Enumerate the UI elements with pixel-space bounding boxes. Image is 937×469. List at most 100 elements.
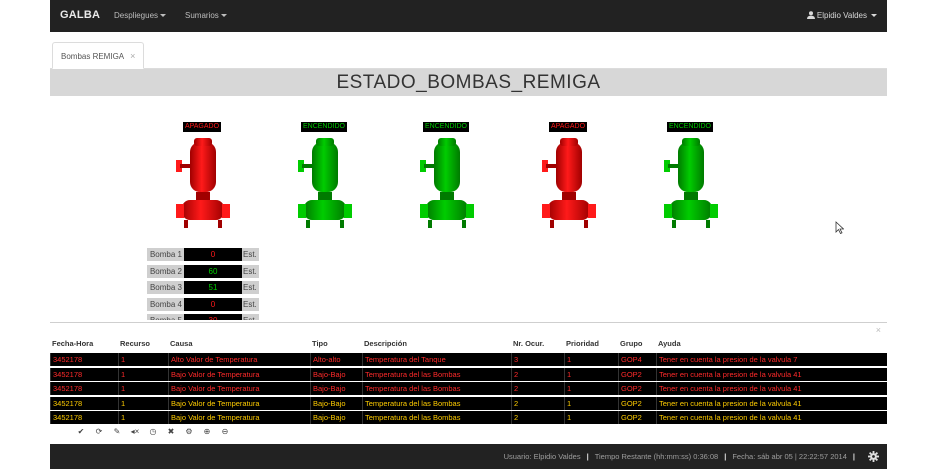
table-cell: 2 (511, 396, 564, 410)
table-cell: GOP4 (618, 353, 656, 366)
gauge-row: Bomba 2 60 Est. (147, 264, 267, 278)
gauge-unit: Est. (242, 264, 259, 278)
column-header[interactable]: Causa (170, 339, 312, 348)
gauge-label: Bomba 3 (147, 281, 184, 294)
gauge-value: 30 (184, 314, 242, 320)
pump-gauges: Bomba 1 0 Est. Bomba 2 60 Est. Bomba 3 51 Est. Bo… (147, 248, 267, 320)
gear-icon[interactable] (868, 451, 879, 462)
pump-1[interactable]: APAGADO (172, 122, 232, 234)
gauge-label: Bomba 1 (147, 248, 184, 261)
menu-despliegues[interactable]: Despliegues (114, 11, 167, 20)
table-cell: 1 (564, 367, 618, 381)
table-cell: Tener en cuenta la presion de la valvula… (656, 411, 882, 424)
table-row[interactable]: 3452178 1 Bajo Valor de Temperatura Bajo-Ba… (50, 367, 887, 381)
brand-logo[interactable]: GALBA (60, 9, 100, 21)
gauge-label: Bomba 5 (147, 314, 184, 320)
table-cell: Bajo Valor de Temperatura (168, 367, 310, 381)
pump-3[interactable]: ENCENDIDO (416, 122, 476, 234)
edit-icon[interactable]: ✎ (108, 427, 126, 436)
pump-4[interactable]: APAGADO (538, 122, 598, 234)
table-cell: 2 (511, 367, 564, 381)
pump-state-label: ENCENDIDO (666, 122, 713, 132)
check-icon[interactable]: ✔ (72, 427, 90, 436)
user-name: Elpidio Valdes (816, 11, 867, 20)
pump-state-label: ENCENDIDO (422, 122, 469, 132)
table-cell: Alto-alto (310, 353, 362, 366)
table-cell: 1 (118, 396, 168, 410)
table-cell: Bajo-Bajo (310, 411, 362, 424)
gauge-row: Bomba 530Est. (147, 314, 267, 320)
user-menu[interactable]: Elpidio Valdes (806, 11, 877, 20)
caret-down-icon (871, 14, 877, 18)
separator: | (852, 452, 855, 461)
gauge-value: 60 (184, 264, 242, 278)
column-header[interactable]: Fecha-Hora (52, 339, 120, 348)
table-row[interactable]: 3452178 1 Bajo Valor de Temperatura Bajo-Ba… (50, 411, 887, 424)
table-cell: 1 (118, 382, 168, 395)
gauge-value: 0 (184, 297, 242, 311)
gauge-row: Bomba 1 0 Est. (147, 248, 267, 261)
clock-icon[interactable]: ◷ (144, 427, 162, 436)
alarm-table-header: Fecha-Hora Recurso Causa Tipo Descripción Nr.… (50, 339, 887, 351)
table-cell: Tener en cuenta la presion de la valvula… (656, 396, 882, 410)
page-title: ESTADO_BOMBAS_REMIGA (50, 69, 887, 96)
close-icon[interactable]: ✖ (162, 427, 180, 436)
table-cell: 3452178 (50, 411, 118, 424)
pump-state-label: APAGADO (182, 122, 222, 132)
alarm-panel: × Fecha-Hora Recurso Causa Tipo Descripción N… (50, 322, 887, 444)
table-cell: 3452178 (50, 382, 118, 395)
table-row[interactable]: 3452178 1 Bajo Valor de Temperatura Bajo-Ba… (50, 382, 887, 395)
table-cell: GOP2 (618, 367, 656, 381)
column-header[interactable]: Recurso (120, 339, 170, 348)
pump-2[interactable]: ENCENDIDO (294, 122, 354, 234)
panel-close-icon[interactable]: × (876, 325, 881, 335)
column-header[interactable]: Descripción (364, 339, 513, 348)
column-header[interactable]: Nr. Ocur. (513, 339, 566, 348)
table-cell: Bajo Valor de Temperatura (168, 382, 310, 395)
table-cell: 1 (118, 411, 168, 424)
table-cell: Tener en cuenta la presion de la valvula… (656, 382, 882, 395)
refresh-icon[interactable]: ⟳ (90, 427, 108, 436)
separator: | (724, 452, 727, 461)
table-row[interactable]: 3452178 1 Alto Valor de Temperatura Alto-al… (50, 353, 887, 366)
app-window: GALBA Despliegues Sumarios Elpidio Valde… (50, 0, 887, 469)
gauge-unit: Est. (242, 297, 259, 311)
menu-sumarios[interactable]: Sumarios (185, 11, 227, 20)
settings-icon[interactable]: ⚙ (180, 427, 198, 436)
table-cell: 1 (118, 353, 168, 366)
column-header[interactable]: Tipo (312, 339, 364, 348)
table-cell: Temperatura del Tanque (362, 353, 511, 366)
zoom-out-icon[interactable]: ⊖ (216, 427, 234, 436)
zoom-in-icon[interactable]: ⊕ (198, 427, 216, 436)
pump-icon (664, 138, 718, 228)
column-header[interactable]: Ayuda (658, 339, 884, 348)
mute-icon[interactable]: ◂× (126, 427, 144, 436)
table-cell: Bajo Valor de Temperatura (168, 396, 310, 410)
gauge-value: 0 (184, 248, 242, 261)
menu-label: Despliegues (114, 11, 159, 20)
alarm-table-body: 3452178 1 Alto Valor de Temperatura Alto-al… (50, 353, 887, 426)
table-cell: 1 (564, 353, 618, 366)
separator: | (586, 452, 589, 461)
pump-5[interactable]: ENCENDIDO (660, 122, 720, 234)
table-cell: 3 (511, 353, 564, 366)
table-cell: GOP2 (618, 411, 656, 424)
status-date: Fecha: sáb abr 05 | 22:22:57 2014 (732, 452, 847, 461)
gauge-row: Bomba 4 0 Est. (147, 297, 267, 311)
table-cell: Alto Valor de Temperatura (168, 353, 310, 366)
column-header[interactable]: Grupo (620, 339, 658, 348)
menu-label: Sumarios (185, 11, 219, 20)
table-row[interactable]: 3452178 1 Bajo Valor de Temperatura Bajo-Ba… (50, 396, 887, 410)
table-cell: 1 (564, 411, 618, 424)
table-cell: 2 (511, 411, 564, 424)
column-header[interactable]: Prioridad (566, 339, 620, 348)
gauge-label: Bomba 4 (147, 297, 184, 311)
table-cell: Tener en cuenta la presion de la valvula… (656, 353, 882, 366)
tab-bombas-remiga[interactable]: Bombas REMIGA × (52, 42, 145, 69)
tab-close-icon[interactable]: × (130, 51, 135, 61)
table-cell: GOP2 (618, 382, 656, 395)
table-cell: Bajo-Bajo (310, 396, 362, 410)
pump-icon (298, 138, 352, 228)
status-timer: Tiempo Restante (hh:mm:ss) 0:36:08 (594, 452, 719, 461)
table-cell: Temperatura del las Bombas (362, 367, 511, 381)
